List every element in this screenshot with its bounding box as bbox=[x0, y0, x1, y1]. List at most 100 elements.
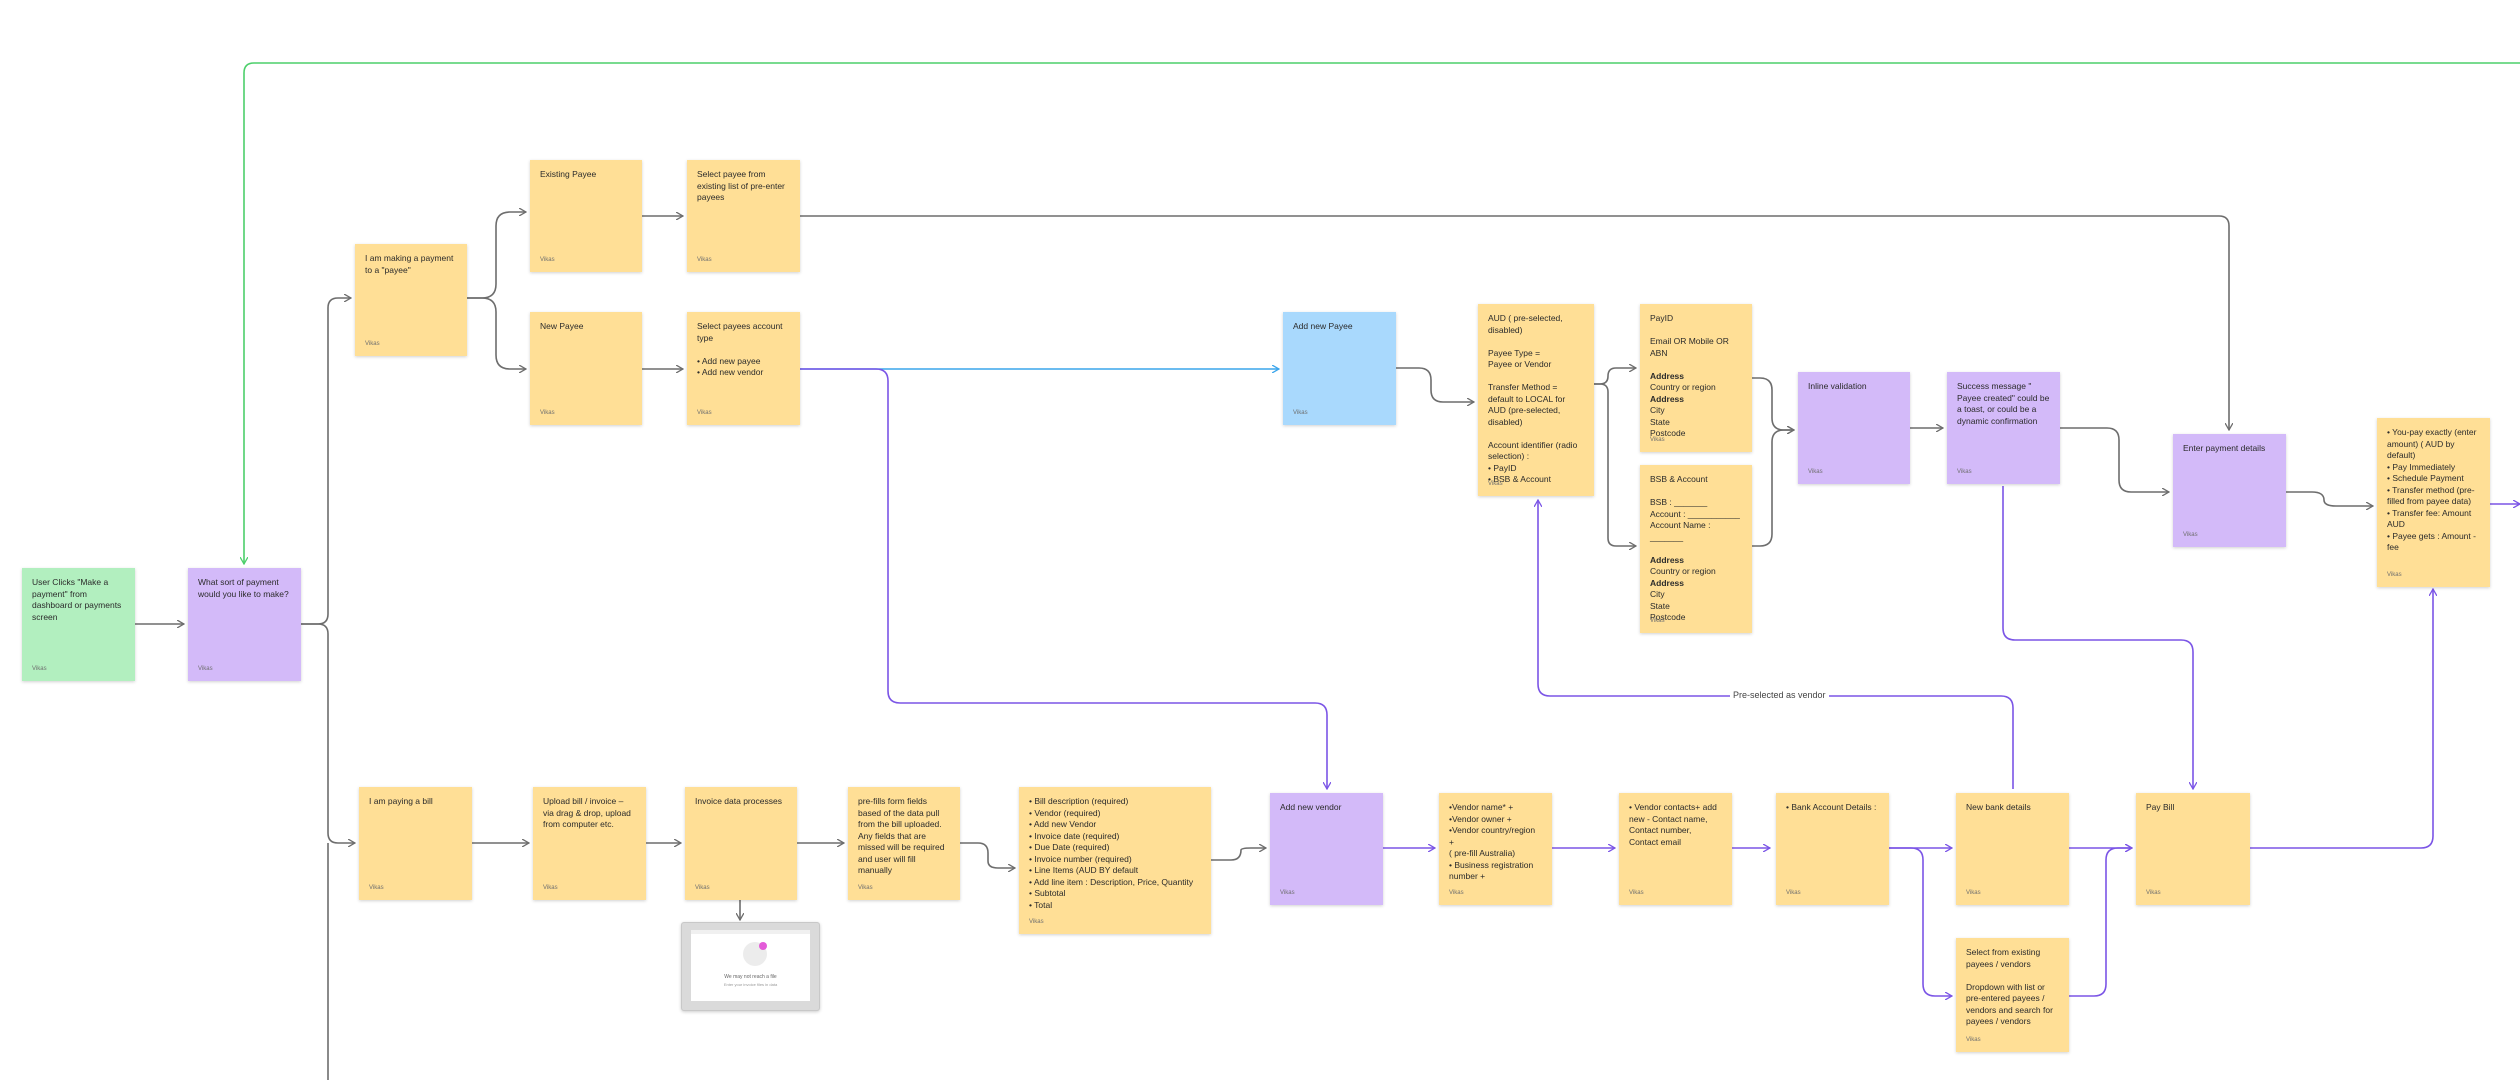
sticky-text: Success message " Payee created" could b… bbox=[1957, 381, 2050, 426]
sticky-text: Select from existing payees / vendors Dr… bbox=[1966, 947, 2053, 1026]
connector-existing-to-paybill bbox=[2069, 848, 2132, 997]
sticky-select-existing[interactable]: Select from existing payees / vendors Dr… bbox=[1956, 938, 2069, 1052]
sticky-author: Vikas bbox=[1650, 617, 1665, 624]
sticky-payment-type[interactable]: What sort of payment would you like to m… bbox=[188, 568, 301, 681]
sticky-text: What sort of payment would you like to m… bbox=[198, 577, 289, 599]
sticky-text: Inline validation bbox=[1808, 381, 1867, 391]
sticky-text: •Vendor name* + •Vendor owner + •Vendor … bbox=[1449, 802, 1536, 881]
sticky-text: I am paying a bill bbox=[369, 796, 433, 806]
sticky-author: Vikas bbox=[540, 256, 555, 263]
sticky-pay-bill[interactable]: Pay Bill Vikas bbox=[2136, 793, 2250, 905]
sticky-select-payee[interactable]: Select payee from existing list of pre-e… bbox=[687, 160, 800, 272]
sticky-aud-details[interactable]: AUD ( pre-selected, disabled) Payee Type… bbox=[1478, 304, 1594, 496]
sticky-author: Vikas bbox=[1629, 889, 1644, 896]
sticky-author: Vikas bbox=[1966, 889, 1981, 896]
sticky-add-new-payee[interactable]: Add new Payee Vikas bbox=[1283, 312, 1396, 425]
sticky-text: PayID Email OR Mobile OR ABN Address Cou… bbox=[1650, 313, 1729, 438]
connector-layer bbox=[135, 62, 2520, 1080]
sticky-author: Vikas bbox=[543, 884, 558, 891]
sticky-payid[interactable]: PayID Email OR Mobile OR ABN Address Cou… bbox=[1640, 304, 1752, 452]
connector-enterdetails-to-options bbox=[2286, 491, 2373, 506]
sticky-text: pre-fills form fields based of the data … bbox=[858, 796, 945, 875]
connector-newtype-to-addvendor bbox=[800, 368, 1327, 789]
sticky-vendor-name[interactable]: •Vendor name* + •Vendor owner + •Vendor … bbox=[1439, 793, 1552, 905]
connector-success-to-paybill bbox=[2002, 486, 2193, 789]
sticky-text: • You-pay exactly (enter amount) ( AUD b… bbox=[2387, 427, 2477, 552]
connector-aud-to-payid bbox=[1594, 368, 1636, 385]
sticky-author: Vikas bbox=[697, 409, 712, 416]
sticky-author: Vikas bbox=[1808, 468, 1823, 475]
sticky-payment-options[interactable]: • You-pay exactly (enter amount) ( AUD b… bbox=[2377, 418, 2490, 587]
connector-prefill-to-billfields bbox=[960, 842, 1015, 868]
connector-paybill-to-options bbox=[2250, 589, 2433, 849]
edge-label-preselected-vendor: Pre-selected as vendor bbox=[1730, 690, 1829, 700]
sticky-start[interactable]: User Clicks "Make a payment" from dashbo… bbox=[22, 568, 135, 681]
connector-payee-to-existing bbox=[467, 212, 526, 299]
sticky-new-payee[interactable]: New Payee Vikas bbox=[530, 312, 642, 425]
sticky-author: Vikas bbox=[540, 409, 555, 416]
sticky-author: Vikas bbox=[1650, 436, 1665, 443]
screenshot-topbar bbox=[691, 930, 810, 934]
sticky-author: Vikas bbox=[1957, 468, 1972, 475]
sticky-text: BSB & Account BSB : _______ Account : __… bbox=[1650, 474, 1740, 622]
connector-bank-to-existing bbox=[1889, 847, 1952, 996]
sticky-author: Vikas bbox=[369, 884, 384, 891]
sticky-text: Enter payment details bbox=[2183, 443, 2266, 453]
sticky-prefill[interactable]: pre-fills form fields based of the data … bbox=[848, 787, 960, 900]
sticky-text: • Bill description (required) • Vendor (… bbox=[1029, 796, 1194, 910]
sticky-text: Add new Payee bbox=[1293, 321, 1353, 331]
sticky-text: Invoice data processes bbox=[695, 796, 782, 806]
sticky-author: Vikas bbox=[1293, 409, 1308, 416]
sticky-inline-validation[interactable]: Inline validation Vikas bbox=[1798, 372, 1910, 484]
sticky-author: Vikas bbox=[858, 884, 873, 891]
connector-type-to-bill bbox=[301, 623, 355, 843]
sticky-text: I am making a payment to a "payee" bbox=[365, 253, 454, 275]
sticky-author: Vikas bbox=[695, 884, 710, 891]
sticky-paying-bill[interactable]: I am paying a bill Vikas bbox=[359, 787, 472, 900]
sticky-select-account-type[interactable]: Select payees account type • Add new pay… bbox=[687, 312, 800, 425]
sticky-author: Vikas bbox=[2146, 889, 2161, 896]
sticky-payee[interactable]: I am making a payment to a "payee" Vikas bbox=[355, 244, 467, 356]
sticky-vendor-contacts[interactable]: • Vendor contacts+ add new - Contact nam… bbox=[1619, 793, 1732, 905]
sticky-author: Vikas bbox=[1280, 889, 1295, 896]
status-dot bbox=[759, 942, 767, 950]
sticky-author: Vikas bbox=[1488, 480, 1503, 487]
sticky-text: User Clicks "Make a payment" from dashbo… bbox=[32, 577, 122, 622]
sticky-text: • Bank Account Details : bbox=[1786, 802, 1877, 812]
sticky-author: Vikas bbox=[1966, 1036, 1981, 1043]
sticky-enter-payment-details[interactable]: Enter payment details Vikas bbox=[2173, 434, 2286, 547]
sticky-author: Vikas bbox=[1449, 889, 1464, 896]
sticky-existing-payee[interactable]: Existing Payee Vikas bbox=[530, 160, 642, 272]
screenshot-screen: We may not reach a file Enter your invoi… bbox=[691, 930, 810, 1001]
sticky-invoice-processes[interactable]: Invoice data processes Vikas bbox=[685, 787, 797, 900]
sticky-bill-fields[interactable]: • Bill description (required) • Vendor (… bbox=[1019, 787, 1211, 934]
sticky-text: New bank details bbox=[1966, 802, 2031, 812]
sticky-success-message[interactable]: Success message " Payee created" could b… bbox=[1947, 372, 2060, 484]
sticky-text: Upload bill / invoice – via drag & drop,… bbox=[543, 796, 631, 829]
screenshot-line-2: Enter your invoice files in data bbox=[723, 982, 778, 987]
sticky-new-bank-details[interactable]: New bank details Vikas bbox=[1956, 793, 2069, 905]
sticky-bank-details[interactable]: • Bank Account Details : Vikas bbox=[1776, 793, 1889, 905]
sticky-author: Vikas bbox=[198, 665, 213, 672]
sticky-bsb-account[interactable]: BSB & Account BSB : _______ Account : __… bbox=[1640, 465, 1752, 633]
sticky-text: Pay Bill bbox=[2146, 802, 2175, 812]
connector-payid-to-validation bbox=[1752, 377, 1794, 430]
sticky-text: AUD ( pre-selected, disabled) Payee Type… bbox=[1488, 313, 1578, 484]
sticky-add-new-vendor[interactable]: Add new vendor Vikas bbox=[1270, 793, 1383, 905]
sticky-author: Vikas bbox=[2183, 531, 2198, 538]
invoice-upload-screenshot[interactable]: We may not reach a file Enter your invoi… bbox=[681, 922, 820, 1011]
sticky-author: Vikas bbox=[1786, 889, 1801, 896]
sticky-author: Vikas bbox=[2387, 571, 2402, 578]
screenshot-line-1: We may not reach a file bbox=[724, 974, 777, 980]
connector-type-to-payee bbox=[301, 298, 351, 625]
connector-aud-to-bsb bbox=[1594, 383, 1636, 546]
sticky-text: New Payee bbox=[540, 321, 584, 331]
sticky-text: Existing Payee bbox=[540, 169, 597, 179]
sticky-text: Select payee from existing list of pre-e… bbox=[697, 169, 785, 202]
sticky-text: • Vendor contacts+ add new - Contact nam… bbox=[1629, 802, 1717, 847]
sticky-text: Add new vendor bbox=[1280, 802, 1342, 812]
sticky-upload-bill[interactable]: Upload bill / invoice – via drag & drop,… bbox=[533, 787, 646, 900]
connector-bsb-to-validation bbox=[1752, 430, 1794, 547]
sticky-author: Vikas bbox=[1029, 918, 1044, 925]
connector-addpayee-to-aud bbox=[1396, 367, 1474, 402]
